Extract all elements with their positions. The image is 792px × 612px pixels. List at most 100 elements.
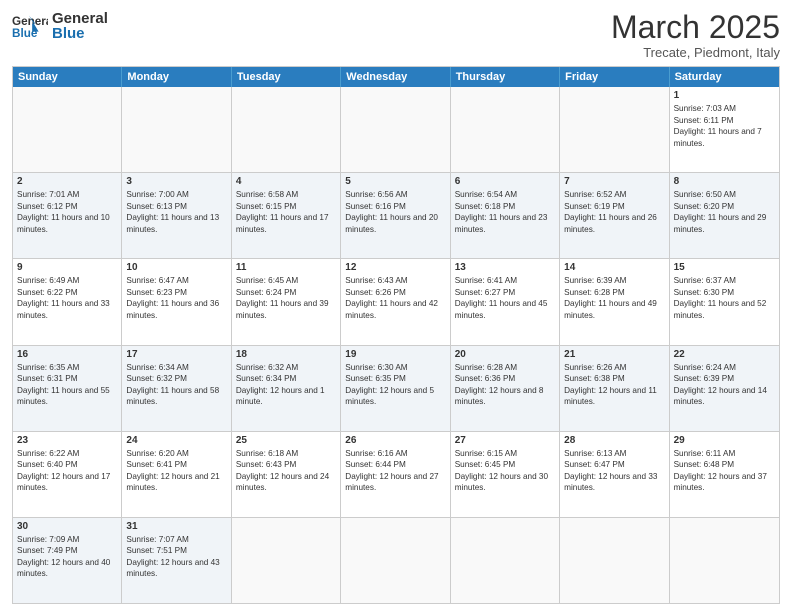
day-number: 4 — [236, 176, 336, 187]
calendar-cell — [451, 518, 560, 603]
cell-info: Sunrise: 6:26 AM Sunset: 6:38 PM Dayligh… — [564, 362, 664, 408]
day-number: 8 — [674, 176, 775, 187]
day-number: 21 — [564, 349, 664, 360]
day-number: 12 — [345, 262, 445, 273]
weekday-header: Wednesday — [341, 67, 450, 87]
calendar-cell: 30Sunrise: 7:09 AM Sunset: 7:49 PM Dayli… — [13, 518, 122, 603]
day-number: 23 — [17, 435, 117, 446]
day-number: 29 — [674, 435, 775, 446]
calendar-header: SundayMondayTuesdayWednesdayThursdayFrid… — [13, 67, 779, 87]
day-number: 25 — [236, 435, 336, 446]
calendar-cell: 13 Sunrise: 6:41 AM Sunset: 6:27 PM Dayli… — [451, 259, 560, 344]
day-number: 11 — [236, 262, 336, 273]
cell-info: Sunrise: 6:20 AM Sunset: 6:41 PM Dayligh… — [126, 448, 226, 494]
calendar-cell: 9Sunrise: 6:49 AM Sunset: 6:22 PM Daylig… — [13, 259, 122, 344]
day-number: 13 — [455, 262, 555, 273]
cell-info: Sunrise: 7:07 AM Sunset: 7:51 PM Dayligh… — [126, 534, 226, 580]
calendar-row: 2Sunrise: 7:01 AM Sunset: 6:12 PM Daylig… — [13, 172, 779, 258]
day-number: 5 — [345, 176, 445, 187]
cell-info: Sunrise: 6:24 AM Sunset: 6:39 PM Dayligh… — [674, 362, 775, 408]
cell-info: Sunrise: 6:47 AM Sunset: 6:23 PM Dayligh… — [126, 275, 226, 321]
subtitle: Trecate, Piedmont, Italy — [611, 45, 780, 60]
calendar-cell: 4 Sunrise: 6:58 AM Sunset: 6:15 PM Daylig… — [232, 173, 341, 258]
day-number: 24 — [126, 435, 226, 446]
calendar-cell — [341, 87, 450, 172]
calendar-body: 1Sunrise: 7:03 AM Sunset: 6:11 PM Daylig… — [13, 87, 779, 603]
logo-icon: General Blue — [12, 12, 48, 42]
calendar-cell: 20 Sunrise: 6:28 AM Sunset: 6:36 PM Dayli… — [451, 346, 560, 431]
day-number: 20 — [455, 349, 555, 360]
calendar-cell: 29Sunrise: 6:11 AM Sunset: 6:48 PM Dayli… — [670, 432, 779, 517]
calendar-cell: 1Sunrise: 7:03 AM Sunset: 6:11 PM Daylig… — [670, 87, 779, 172]
weekday-header: Thursday — [451, 67, 560, 87]
calendar-cell — [122, 87, 231, 172]
calendar-cell — [341, 518, 450, 603]
calendar-cell: 14Sunrise: 6:39 AM Sunset: 6:28 PM Dayli… — [560, 259, 669, 344]
calendar-row: 9Sunrise: 6:49 AM Sunset: 6:22 PM Daylig… — [13, 258, 779, 344]
calendar-cell — [560, 87, 669, 172]
calendar-cell — [670, 518, 779, 603]
calendar-cell: 12 Sunrise: 6:43 AM Sunset: 6:26 PM Dayli… — [341, 259, 450, 344]
cell-info: Sunrise: 6:16 AM Sunset: 6:44 PM Dayligh… — [345, 448, 445, 494]
header: General Blue General Blue March 2025 Tre… — [12, 10, 780, 60]
calendar-cell: 25 Sunrise: 6:18 AM Sunset: 6:43 PM Dayli… — [232, 432, 341, 517]
calendar-cell: 23 Sunrise: 6:22 AM Sunset: 6:40 PM Dayli… — [13, 432, 122, 517]
calendar-cell: 7Sunrise: 6:52 AM Sunset: 6:19 PM Daylig… — [560, 173, 669, 258]
logo: General Blue General Blue — [12, 10, 108, 43]
calendar-row: 23 Sunrise: 6:22 AM Sunset: 6:40 PM Dayli… — [13, 431, 779, 517]
day-number: 2 — [17, 176, 117, 187]
title-block: March 2025 Trecate, Piedmont, Italy — [611, 10, 780, 60]
day-number: 7 — [564, 176, 664, 187]
month-title: March 2025 — [611, 10, 780, 45]
calendar-cell: 6 Sunrise: 6:54 AM Sunset: 6:18 PM Daylig… — [451, 173, 560, 258]
day-number: 22 — [674, 349, 775, 360]
calendar-cell: 22 Sunrise: 6:24 AM Sunset: 6:39 PM Dayli… — [670, 346, 779, 431]
day-number: 18 — [236, 349, 336, 360]
calendar-row: 16Sunrise: 6:35 AM Sunset: 6:31 PM Dayli… — [13, 345, 779, 431]
calendar-cell: 10 Sunrise: 6:47 AM Sunset: 6:23 PM Dayli… — [122, 259, 231, 344]
calendar-cell: 15Sunrise: 6:37 AM Sunset: 6:30 PM Dayli… — [670, 259, 779, 344]
day-number: 28 — [564, 435, 664, 446]
cell-info: Sunrise: 6:22 AM Sunset: 6:40 PM Dayligh… — [17, 448, 117, 494]
weekday-header: Tuesday — [232, 67, 341, 87]
calendar-cell — [560, 518, 669, 603]
weekday-header: Saturday — [670, 67, 779, 87]
cell-info: Sunrise: 6:28 AM Sunset: 6:36 PM Dayligh… — [455, 362, 555, 408]
day-number: 31 — [126, 521, 226, 532]
calendar-cell: 24 Sunrise: 6:20 AM Sunset: 6:41 PM Dayli… — [122, 432, 231, 517]
cell-info: Sunrise: 6:45 AM Sunset: 6:24 PM Dayligh… — [236, 275, 336, 321]
day-number: 10 — [126, 262, 226, 273]
calendar-row: 1Sunrise: 7:03 AM Sunset: 6:11 PM Daylig… — [13, 87, 779, 172]
cell-info: Sunrise: 6:43 AM Sunset: 6:26 PM Dayligh… — [345, 275, 445, 321]
day-number: 9 — [17, 262, 117, 273]
calendar-cell: 28 Sunrise: 6:13 AM Sunset: 6:47 PM Dayli… — [560, 432, 669, 517]
calendar-cell: 3 Sunrise: 7:00 AM Sunset: 6:13 PM Daylig… — [122, 173, 231, 258]
cell-info: Sunrise: 6:50 AM Sunset: 6:20 PM Dayligh… — [674, 189, 775, 235]
day-number: 1 — [674, 90, 775, 101]
weekday-header: Monday — [122, 67, 231, 87]
calendar-cell — [232, 518, 341, 603]
calendar-cell — [232, 87, 341, 172]
calendar-cell: 5Sunrise: 6:56 AM Sunset: 6:16 PM Daylig… — [341, 173, 450, 258]
calendar-cell — [13, 87, 122, 172]
day-number: 26 — [345, 435, 445, 446]
cell-info: Sunrise: 7:00 AM Sunset: 6:13 PM Dayligh… — [126, 189, 226, 235]
cell-info: Sunrise: 6:41 AM Sunset: 6:27 PM Dayligh… — [455, 275, 555, 321]
cell-info: Sunrise: 6:58 AM Sunset: 6:15 PM Dayligh… — [236, 189, 336, 235]
day-number: 6 — [455, 176, 555, 187]
cell-info: Sunrise: 6:18 AM Sunset: 6:43 PM Dayligh… — [236, 448, 336, 494]
cell-info: Sunrise: 6:34 AM Sunset: 6:32 PM Dayligh… — [126, 362, 226, 408]
day-number: 30 — [17, 521, 117, 532]
day-number: 3 — [126, 176, 226, 187]
day-number: 17 — [126, 349, 226, 360]
calendar-row: 30Sunrise: 7:09 AM Sunset: 7:49 PM Dayli… — [13, 517, 779, 603]
cell-info: Sunrise: 6:54 AM Sunset: 6:18 PM Dayligh… — [455, 189, 555, 235]
day-number: 19 — [345, 349, 445, 360]
weekday-header: Sunday — [13, 67, 122, 87]
calendar-cell: 18Sunrise: 6:32 AM Sunset: 6:34 PM Dayli… — [232, 346, 341, 431]
cell-info: Sunrise: 6:35 AM Sunset: 6:31 PM Dayligh… — [17, 362, 117, 408]
logo-blue: Blue — [52, 25, 108, 43]
calendar-cell: 19Sunrise: 6:30 AM Sunset: 6:35 PM Dayli… — [341, 346, 450, 431]
cell-info: Sunrise: 6:13 AM Sunset: 6:47 PM Dayligh… — [564, 448, 664, 494]
day-number: 27 — [455, 435, 555, 446]
